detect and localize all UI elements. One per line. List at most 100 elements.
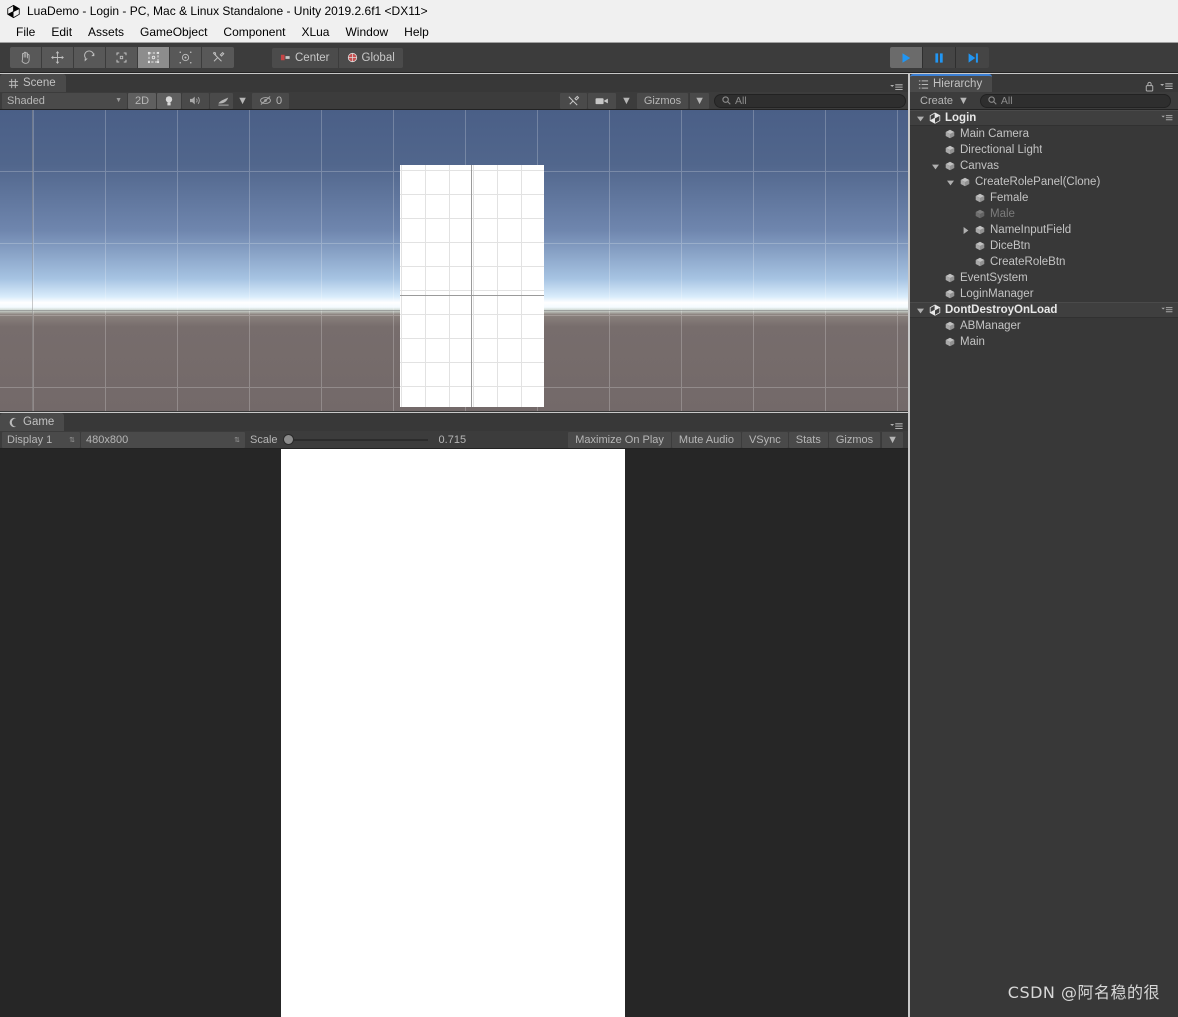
menu-item-gameobject[interactable]: GameObject [132,24,215,40]
expand-toggle[interactable] [959,226,972,235]
hidden-objects-button[interactable]: 0 [251,92,290,109]
play-button[interactable] [890,47,923,68]
hierarchy-item-label: CreateRolePanel(Clone) [975,176,1101,188]
stats-button[interactable]: Stats [788,431,828,448]
handle-rotation-label: Global [361,51,395,64]
hierarchy-item-row[interactable]: EventSystem [910,270,1178,286]
create-dropdown[interactable]: Create ▼ [912,93,975,109]
hierarchy-item-row[interactable]: Directional Light [910,142,1178,158]
hierarchy-item-row[interactable]: NameInputField [910,222,1178,238]
lock-icon [1145,81,1154,92]
menu-item-assets[interactable]: Assets [80,24,132,40]
menu-item-component[interactable]: Component [215,24,293,40]
scale-slider-knob[interactable] [282,433,294,445]
maximize-on-play-label: Maximize On Play [575,433,664,446]
resolution-dropdown[interactable]: 480x800 ⇅ [81,431,245,448]
scale-slider-track[interactable] [282,433,428,445]
vsync-button[interactable]: VSync [741,431,788,448]
hierarchy-panel-menu-button[interactable] [1160,82,1173,91]
game-gizmos-dropdown[interactable]: ▼ [881,431,903,448]
scene-lighting-button[interactable] [157,92,182,109]
pivot-mode-button[interactable]: Center [272,47,339,68]
unity-scene-icon [927,304,942,316]
hierarchy-search-input[interactable]: All [979,93,1171,108]
rect-tool-button[interactable] [138,47,170,68]
tab-game[interactable]: Game [0,413,65,431]
menu-item-window[interactable]: Window [337,24,396,40]
menu-item-xlua[interactable]: XLua [293,24,337,40]
draw-mode-dropdown[interactable]: Shaded ▼ [2,92,127,109]
game-panel-menu-button[interactable] [890,422,908,431]
hierarchy-item-row[interactable]: CreateRolePanel(Clone) [910,174,1178,190]
scene-tools-button[interactable] [559,92,587,109]
hierarchy-item-row[interactable]: ABManager [910,318,1178,334]
scene-search-input[interactable]: All [714,93,906,108]
hierarchy-item-row[interactable]: Main [910,334,1178,350]
gameobject-icon [945,145,954,155]
scale-slider[interactable]: Scale 0.715 [246,433,470,446]
game-icon [9,417,17,427]
menu-item-file[interactable]: File [8,24,43,40]
hierarchy-tree[interactable]: Login Main Camera Directional Light Canvas C… [910,110,1178,979]
chevron-down-icon [932,164,939,169]
scene-viewport[interactable] [0,110,908,411]
step-button[interactable] [956,47,989,68]
scene-panel-menu-button[interactable] [890,83,908,92]
scene-effects-button[interactable] [210,92,234,109]
hierarchy-item-label: CreateRoleBtn [990,256,1066,268]
scene-row-menu-button[interactable] [1161,306,1173,314]
mute-audio-button[interactable]: Mute Audio [671,431,741,448]
game-viewport[interactable] [0,449,908,1017]
expand-toggle[interactable] [929,162,942,171]
pause-button[interactable] [923,47,956,68]
game-render-surface[interactable] [281,449,625,1017]
hand-tool-button[interactable] [10,47,42,68]
scene-camera-dropdown[interactable]: ▼ [617,93,636,109]
hierarchy-panel: Hierarchy Create ▼ All Login Main Camera… [910,74,1178,1017]
tab-hierarchy[interactable]: Hierarchy [910,74,993,92]
gameobject-icon [942,336,957,348]
hierarchy-item-row[interactable]: Canvas [910,158,1178,174]
expand-toggle[interactable] [914,306,927,315]
canvas-gameobject-preview[interactable] [400,165,544,407]
gameobject-icon [972,256,987,268]
hierarchy-scene-row[interactable]: DontDestroyOnLoad [910,302,1178,318]
scale-tool-button[interactable] [106,47,138,68]
gameobject-icon [972,224,987,236]
scene-row-menu-button[interactable] [1161,114,1173,122]
globe-icon [347,52,357,63]
menu-item-help[interactable]: Help [396,24,437,40]
grid-axis-line [32,110,33,411]
game-gizmos-button[interactable]: Gizmos [828,431,881,448]
toggle-2d-button[interactable]: 2D [128,92,157,109]
handle-rotation-button[interactable]: Global [338,47,403,68]
transform-tool-button[interactable] [170,47,202,68]
rotate-tool-button[interactable] [74,47,106,68]
hierarchy-item-row[interactable]: Main Camera [910,126,1178,142]
hierarchy-item-row[interactable]: Male [910,206,1178,222]
hierarchy-item-row[interactable]: CreateRoleBtn [910,254,1178,270]
scene-audio-button[interactable] [182,92,210,109]
hierarchy-scene-row[interactable]: Login [910,110,1178,126]
menu-item-edit[interactable]: Edit [43,24,80,40]
hierarchy-item-label: Female [990,192,1029,204]
hierarchy-item-row[interactable]: DiceBtn [910,238,1178,254]
lock-button[interactable] [1145,81,1154,92]
expand-toggle[interactable] [914,114,927,123]
hierarchy-item-row[interactable]: LoginManager [910,286,1178,302]
gizmos-dropdown[interactable]: ▼ [689,92,709,109]
tab-hierarchy-label: Hierarchy [933,78,983,90]
chevron-down-icon: ▼ [237,94,248,107]
gizmos-button[interactable]: Gizmos [636,92,689,109]
chevron-down-icon: ▼ [620,94,632,107]
tab-scene[interactable]: Scene [0,74,66,92]
move-tool-button[interactable] [42,47,74,68]
scene-effects-dropdown[interactable]: ▼ [234,93,251,109]
draw-mode-label: Shaded [7,94,45,107]
hierarchy-item-row[interactable]: Female [910,190,1178,206]
scene-camera-button[interactable] [587,92,616,109]
expand-toggle[interactable] [944,178,957,187]
custom-tool-button[interactable] [202,47,234,68]
display-dropdown[interactable]: Display 1 ⇅ [2,431,80,448]
maximize-on-play-button[interactable]: Maximize On Play [568,431,671,448]
